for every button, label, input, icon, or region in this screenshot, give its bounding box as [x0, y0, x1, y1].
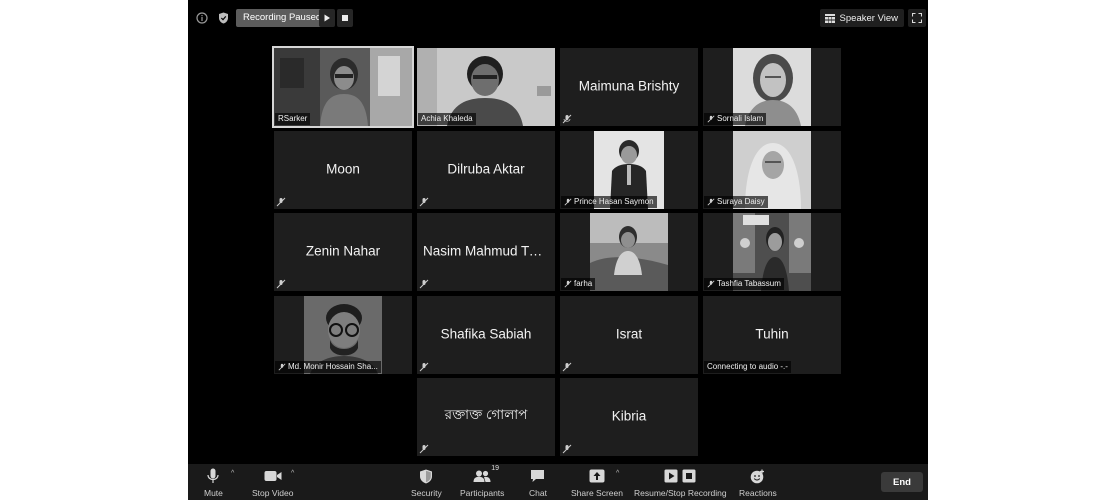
end-meeting-button[interactable]: End [881, 472, 923, 492]
audio-options-chevron-icon[interactable]: ^ [231, 470, 234, 477]
participant-name-label: Tashfia Tabassum [704, 278, 784, 290]
participant-name-label: RSarker [275, 113, 311, 125]
chat-button[interactable]: Chat [529, 467, 547, 498]
muted-mic-icon [707, 280, 715, 288]
participants-button[interactable]: 19 Participants [460, 465, 504, 498]
participant-video [590, 213, 668, 291]
share-screen-icon [589, 469, 605, 483]
muted-mic-icon [276, 197, 286, 207]
video-tile[interactable]: RSarker [272, 46, 414, 128]
connecting-audio-label: Connecting to audio -.- [704, 361, 791, 373]
emoji-smile-icon [751, 469, 765, 483]
video-tile[interactable]: farha [560, 213, 698, 291]
shield-icon[interactable] [215, 10, 231, 26]
grid-view-icon [824, 13, 835, 23]
muted-mic-icon [276, 279, 286, 289]
video-tile[interactable]: Md. Monir Hossain Sha... [274, 296, 412, 374]
muted-mic-icon [562, 444, 572, 454]
stop-icon [682, 469, 696, 483]
participant-name: Nasim Mahmud Tus... [423, 243, 555, 259]
info-icon[interactable] [194, 10, 210, 26]
video-tile[interactable]: Sornali Islam [703, 48, 841, 126]
video-tile[interactable]: Achia Khaleda [417, 48, 555, 126]
resume-stop-recording-button[interactable]: Resume/Stop Recording [634, 467, 727, 498]
meeting-top-bar: Recording Paused Speaker View [188, 6, 928, 30]
name-tile[interactable]: Shafika Sabiah [417, 296, 555, 374]
muted-mic-icon [564, 280, 572, 288]
resume-recording-button[interactable] [319, 9, 335, 27]
name-tile[interactable]: Israt [560, 296, 698, 374]
play-icon [324, 14, 330, 22]
muted-mic-icon [562, 114, 572, 124]
video-options-chevron-icon[interactable]: ^ [291, 470, 294, 477]
muted-mic-icon [278, 363, 286, 371]
muted-mic-icon [562, 362, 572, 372]
participant-name: Zenin Nahar [305, 243, 381, 259]
chat-bubble-icon [531, 470, 545, 482]
name-tile[interactable]: Kibria [560, 378, 698, 456]
microphone-icon [207, 468, 220, 483]
muted-mic-icon [707, 115, 715, 123]
stop-recording-button[interactable] [337, 9, 353, 27]
share-options-chevron-icon[interactable]: ^ [616, 470, 619, 477]
participant-name-label: Sornali Islam [704, 113, 767, 125]
fullscreen-button[interactable] [908, 9, 926, 27]
video-tile[interactable]: Prince Hasan Saymon [560, 131, 698, 209]
shield-icon [420, 469, 433, 483]
participant-name-label: farha [561, 278, 596, 290]
name-tile[interactable]: Moon [274, 131, 412, 209]
participant-name-label: Prince Hasan Saymon [561, 196, 657, 208]
meeting-controls-toolbar: Mute ^ Stop Video ^ Security 19 Particip… [188, 464, 928, 500]
name-tile[interactable]: Zenin Nahar [274, 213, 412, 291]
stop-icon [342, 15, 348, 21]
mute-button[interactable]: Mute [204, 467, 223, 498]
speaker-view-button[interactable]: Speaker View [819, 9, 904, 27]
participant-name-label: Md. Monir Hossain Sha... [275, 361, 381, 373]
participant-name: Shafika Sabiah [440, 326, 532, 342]
participant-name: Maimuna Brishty [578, 78, 680, 94]
video-tile[interactable]: Suraya Daisy [703, 131, 841, 209]
participant-name-label: Achia Khaleda [418, 113, 476, 125]
participant-name: Israt [615, 326, 643, 342]
speaker-view-label: Speaker View [839, 12, 898, 24]
stop-video-button[interactable]: Stop Video [252, 467, 293, 498]
participant-name: Dilruba Aktar [447, 161, 525, 177]
zoom-meeting-window: Recording Paused Speaker View RSarker Ac… [188, 0, 928, 500]
name-tile[interactable]: রক্তাক্ত গোলাপ [417, 378, 555, 456]
muted-mic-icon [419, 197, 429, 207]
video-camera-icon [264, 471, 282, 481]
participant-name-label: Suraya Daisy [704, 196, 768, 208]
participants-count-badge: 19 [491, 465, 499, 472]
muted-mic-icon [419, 279, 429, 289]
play-icon [664, 469, 678, 483]
participant-name: Tuhin [755, 326, 789, 342]
video-tile[interactable]: Tashfia Tabassum [703, 213, 841, 291]
participant-name: Kibria [611, 408, 647, 424]
muted-mic-icon [707, 198, 715, 206]
name-tile[interactable]: Tuhin Connecting to audio -.- [703, 296, 841, 374]
muted-mic-icon [564, 198, 572, 206]
muted-mic-icon [419, 444, 429, 454]
muted-mic-icon [419, 362, 429, 372]
recording-status-badge: Recording Paused [236, 9, 329, 27]
name-tile[interactable]: Maimuna Brishty [560, 48, 698, 126]
participants-icon [473, 470, 491, 482]
name-tile[interactable]: Dilruba Aktar [417, 131, 555, 209]
name-tile[interactable]: Nasim Mahmud Tus... [417, 213, 555, 291]
participant-name: রক্তাক্ত গোলাপ [444, 407, 528, 423]
security-button[interactable]: Security [411, 467, 442, 498]
reactions-button[interactable]: Reactions [739, 467, 777, 498]
fullscreen-icon [912, 13, 922, 23]
participant-name: Moon [326, 161, 360, 177]
